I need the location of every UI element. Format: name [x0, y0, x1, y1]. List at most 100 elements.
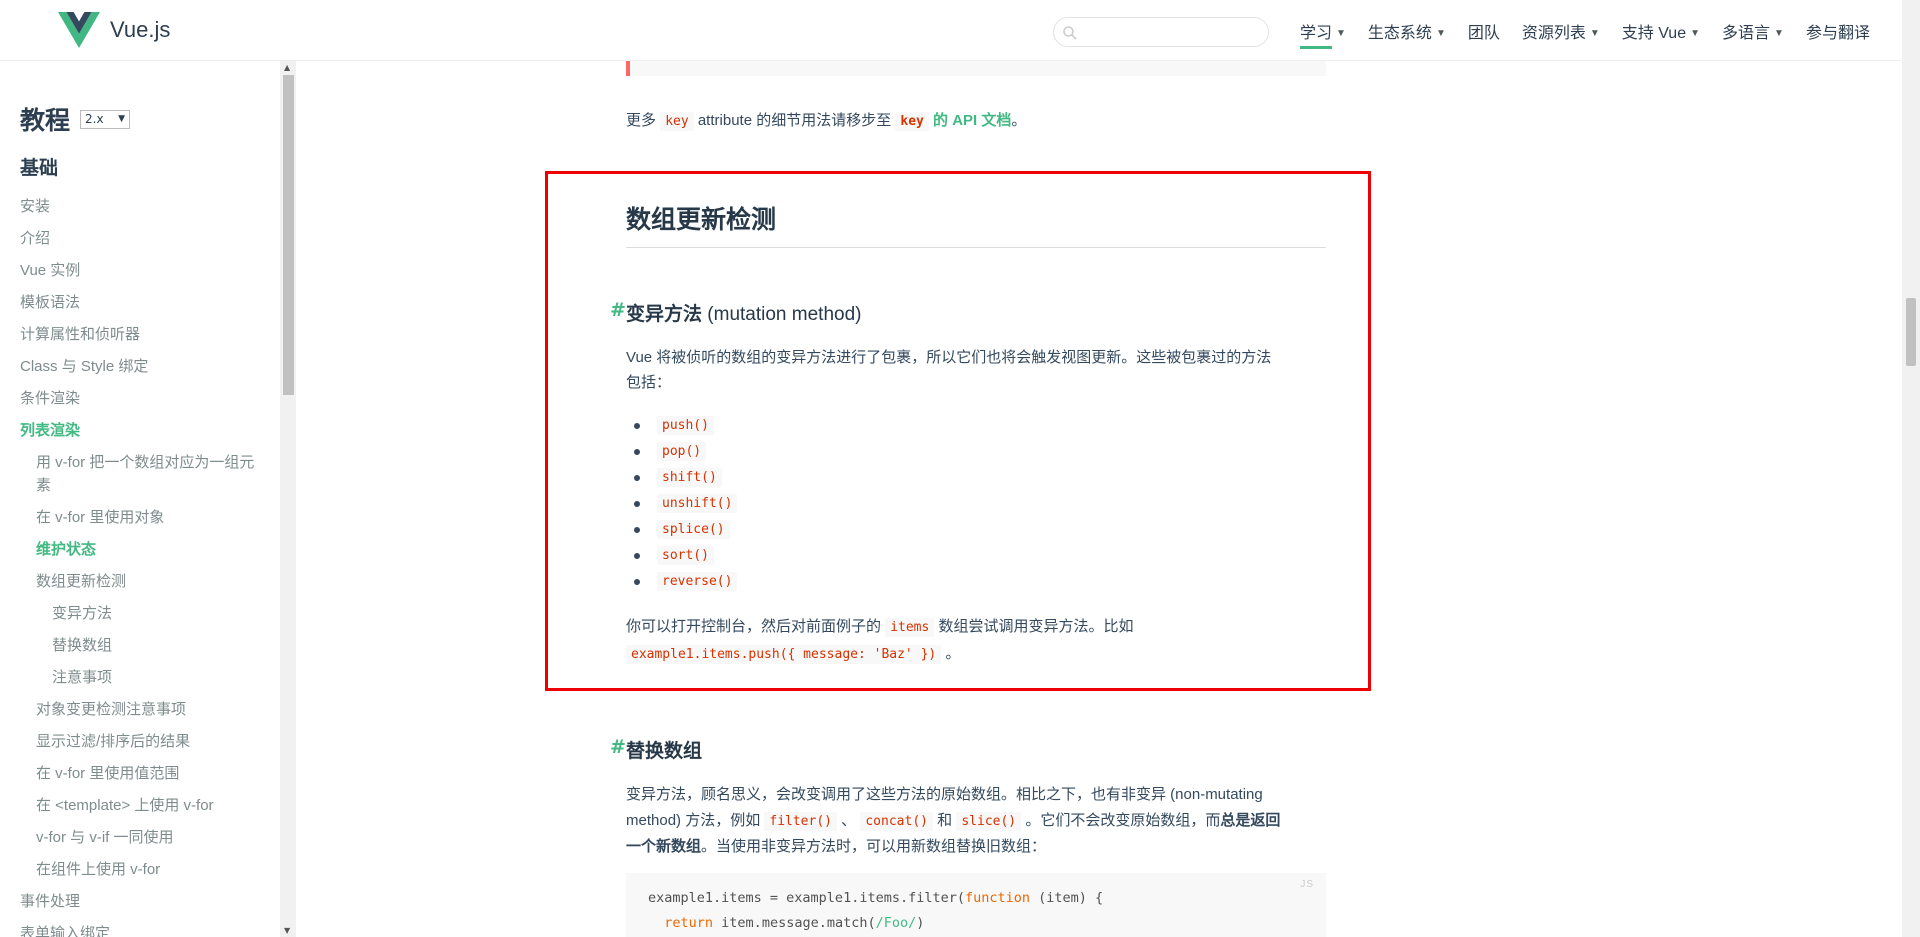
key-api-link[interactable]: key 的 API 文档: [895, 112, 1011, 131]
try-line2: example1.items.push({ message: 'Baz' }) …: [626, 641, 960, 667]
tip-block: [626, 61, 1326, 76]
sidebar-subitem-vfor-component[interactable]: 在组件上使用 v-for: [36, 858, 160, 881]
code-regex: /Foo/: [875, 915, 917, 931]
code-text: example1.items = example1.items.filter(: [648, 890, 965, 906]
sidebar-item-class-style[interactable]: Class 与 Style 绑定: [20, 355, 148, 378]
sidebar-title: 教程: [20, 106, 71, 135]
scroll-down-icon[interactable]: ▼: [284, 926, 290, 935]
section-divider: [626, 247, 1326, 248]
version-select[interactable]: 2.x ▼: [80, 109, 131, 129]
sidebar-subitem-vfor-array-cont[interactable]: 素: [36, 474, 51, 497]
sidebar-subitem-replacing-array[interactable]: 替换数组: [52, 634, 112, 657]
replace-heading-row: # 替换数组: [610, 736, 1326, 763]
sidebar-item-list-rendering[interactable]: 列表渲染: [20, 419, 80, 442]
bullet: [634, 553, 640, 559]
sidebar-item-install[interactable]: 安装: [20, 195, 50, 218]
code-text: item.message.match(: [713, 915, 876, 931]
mutation-methods-list: push() pop() shift() unshift() splice() …: [626, 414, 738, 596]
inline-code-example: example1.items.push({ message: 'Baz' }): [626, 645, 942, 664]
replace-and: 和: [937, 812, 953, 829]
sidebar-subitem-array-change[interactable]: 数组更新检测: [36, 570, 126, 593]
key-note-middle: attribute 的细节用法请移步至: [697, 112, 892, 129]
bullet: [634, 501, 640, 507]
try-middle: 数组尝试调用变异方法。比如: [938, 618, 1134, 635]
list-item: push(): [626, 414, 737, 440]
sidebar-subitem-maintaining-state[interactable]: 维护状态: [36, 538, 96, 561]
sidebar-item-forms[interactable]: 表单输入绑定: [20, 922, 110, 937]
page-scrollbar[interactable]: [1902, 0, 1920, 937]
nav-languages[interactable]: 多语言 ▼: [1722, 19, 1784, 43]
replace-l3-rest: 。当使用非变异方法时，可以用新数组替换旧数组：: [701, 838, 1047, 855]
vue-logo-icon: [58, 12, 100, 48]
method-shift: shift(): [657, 468, 722, 487]
inline-code-key-link: key: [895, 112, 929, 131]
nav-ecosystem[interactable]: 生态系统 ▼: [1368, 19, 1446, 43]
nav-resources[interactable]: 资源列表 ▼: [1522, 19, 1600, 43]
replace-l2b: 。它们不会改变原始数组，而: [1025, 812, 1221, 829]
search-box[interactable]: [1053, 17, 1269, 47]
nav-translate[interactable]: 参与翻译: [1806, 19, 1870, 43]
search-input[interactable]: [1084, 23, 1259, 43]
caret-down-icon: ▼: [1336, 28, 1346, 39]
try-prefix: 你可以打开控制台，然后对前面例子的: [626, 618, 882, 635]
method-unshift: unshift(): [657, 494, 738, 513]
nav-label: 多语言: [1722, 25, 1771, 42]
code-text: ): [916, 915, 925, 931]
page-scroll-thumb[interactable]: [1906, 298, 1916, 366]
inline-code-key: key: [660, 112, 694, 131]
replace-heading: 替换数组: [626, 741, 703, 762]
mutation-heading: 变异方法 (mutation method): [626, 299, 1326, 326]
top-header: Vue.js 学习 ▼ 生态系统 ▼ 团队 资源列表 ▼ 支持 Vue ▼ 多语言 ▼ 参…: [0, 0, 1902, 61]
anchor-hash-link[interactable]: #: [610, 299, 626, 321]
code-line-2: return item.message.match(/Foo/): [648, 915, 924, 931]
code-keyword: return: [664, 915, 714, 931]
select-arrow-icon: ▼: [118, 114, 126, 124]
sidebar-item-computed[interactable]: 计算属性和侦听器: [20, 323, 140, 346]
sidebar-subitem-vfor-object[interactable]: 在 v-for 里使用对象: [36, 506, 164, 529]
list-item: reverse(): [626, 570, 738, 596]
sidebar-scrollbar[interactable]: ▲ ▼: [280, 61, 296, 937]
replace-bold-2: 一个新数组: [626, 838, 702, 855]
bullet: [634, 423, 640, 429]
key-note-prefix: 更多: [626, 112, 657, 129]
sidebar-section-title: 基础: [20, 157, 59, 179]
section-heading: 数组更新检测: [626, 206, 777, 234]
sidebar-item-template-syntax[interactable]: 模板语法: [20, 291, 80, 314]
sidebar-subitem-mutation-methods[interactable]: 变异方法: [52, 602, 112, 625]
anchor-hash-link[interactable]: #: [610, 736, 626, 758]
bullet: [634, 449, 640, 455]
sidebar-item-introduction[interactable]: 介绍: [20, 227, 50, 250]
replace-sep: 、: [841, 812, 857, 829]
replace-bold-1: 总是返回: [1220, 812, 1281, 829]
sidebar-item-conditional[interactable]: 条件渲染: [20, 387, 80, 410]
list-item: sort(): [626, 544, 737, 570]
key-note-suffix: 。: [1011, 112, 1027, 129]
main-nav: 学习 ▼ 生态系统 ▼ 团队 资源列表 ▼ 支持 Vue ▼ 多语言 ▼ 参与翻译: [1300, 19, 1892, 49]
sidebar-subitem-vfor-array[interactable]: 用 v-for 把一个数组对应为一组元: [36, 451, 254, 474]
nav-learn[interactable]: 学习 ▼: [1300, 19, 1346, 49]
sidebar: 教程 2.x ▼ 基础 安装 介绍 Vue 实例 模板语法 计算属性和侦听器 C…: [0, 61, 296, 937]
code-line-1: example1.items = example1.items.filter(f…: [648, 890, 1103, 906]
sidebar-subitem-vfor-range[interactable]: 在 v-for 里使用值范围: [36, 762, 179, 785]
code-text: (item) {: [1030, 890, 1104, 906]
inline-code-items: items: [885, 618, 935, 637]
sidebar-subitem-object-change[interactable]: 对象变更检测注意事项: [36, 698, 186, 721]
nav-team[interactable]: 团队: [1468, 19, 1500, 43]
sidebar-item-events[interactable]: 事件处理: [20, 890, 80, 913]
nav-label: 学习: [1300, 25, 1333, 49]
sidebar-subitem-caveats[interactable]: 注意事项: [52, 666, 112, 689]
method-splice: splice(): [657, 520, 730, 539]
scroll-up-icon[interactable]: ▲: [284, 63, 290, 72]
caret-down-icon: ▼: [1589, 28, 1600, 39]
method-push: push(): [657, 416, 714, 435]
sidebar-subitem-vfor-template[interactable]: 在 <template> 上使用 v-for: [36, 794, 214, 817]
sidebar-scroll-thumb[interactable]: [283, 75, 294, 395]
nav-support-vue[interactable]: 支持 Vue ▼: [1622, 19, 1700, 43]
sidebar-item-vue-instance[interactable]: Vue 实例: [20, 259, 80, 282]
try-suffix: 。: [945, 645, 961, 662]
nav-label: 参与翻译: [1805, 25, 1870, 42]
inline-code-concat: concat(): [860, 812, 933, 831]
logo-link[interactable]: Vue.js: [58, 12, 170, 48]
sidebar-subitem-filtered-results[interactable]: 显示过滤/排序后的结果: [36, 730, 190, 753]
sidebar-subitem-vfor-vif[interactable]: v-for 与 v-if 一同使用: [36, 826, 174, 849]
